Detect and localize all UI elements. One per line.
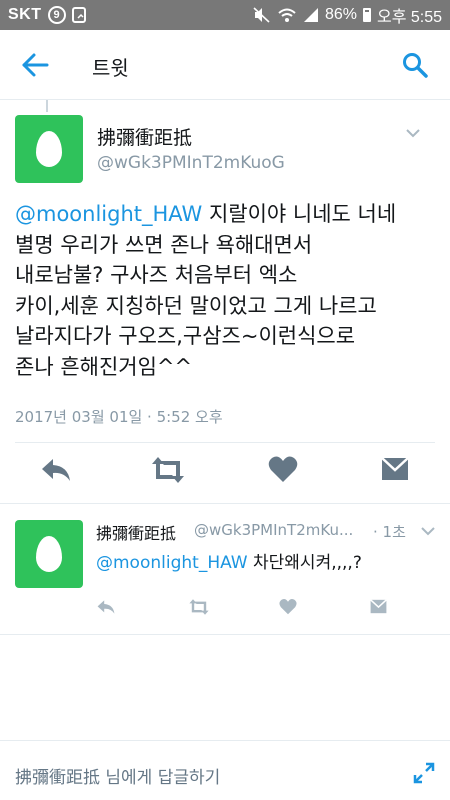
message-icon[interactable] <box>369 598 388 615</box>
carrier-label: SKT <box>8 6 42 23</box>
mute-icon <box>253 7 270 23</box>
reply-time: · 1초 <box>373 523 406 541</box>
reply-author-handle[interactable]: @wGk3PMInT2mKu... <box>194 521 353 539</box>
retweet-icon[interactable] <box>150 455 186 485</box>
reply-icon[interactable] <box>40 455 72 485</box>
reply-icon[interactable] <box>96 598 116 616</box>
search-icon[interactable] <box>402 52 428 78</box>
divider <box>15 442 435 443</box>
mention-link[interactable]: @moonlight_HAW <box>15 202 202 226</box>
expand-icon[interactable] <box>412 761 436 785</box>
reply-actions <box>0 598 450 624</box>
tweet-actions <box>0 455 450 495</box>
author-name[interactable]: 拂彌衝距抵 <box>97 123 192 150</box>
wifi-icon <box>278 8 296 22</box>
tweet-text-first-line: 지랄이야 니네도 너네 <box>202 202 397 226</box>
battery-icon <box>362 8 371 22</box>
tweet-text: @moonlight_HAW 지랄이야 니네도 너네 별명 우리가 쓰면 존나 … <box>15 199 440 382</box>
reply-text: @moonlight_HAW 차단왜시켜,,,,? <box>96 548 362 573</box>
mention-link[interactable]: @moonlight_HAW <box>96 553 248 573</box>
tweet-timestamp: 2017년 03월 01일 · 5:52 오후 <box>15 408 223 426</box>
thread-connector <box>46 100 48 112</box>
divider <box>0 634 450 635</box>
arrow-left-icon[interactable] <box>20 52 50 78</box>
tweet-text-body: 별명 우리가 쓰면 존나 욕해대면서 내로남불? 구사즈 처음부터 엑소 카이,… <box>15 232 377 379</box>
egg-icon <box>36 536 62 572</box>
message-icon[interactable] <box>380 455 410 483</box>
screenshot-icon <box>71 7 86 23</box>
avatar[interactable] <box>15 520 83 588</box>
avatar[interactable] <box>15 115 83 183</box>
page-title: 트윗 <box>92 56 129 80</box>
signal-icon <box>303 8 318 22</box>
battery-percent: 86% <box>324 6 357 23</box>
notification-badge: 9 <box>47 6 66 24</box>
status-bar: SKT 9 86% 오후 5:55 <box>0 0 450 30</box>
like-icon[interactable] <box>279 598 297 615</box>
clock: 오후 5:55 <box>376 9 442 26</box>
chevron-down-icon[interactable] <box>421 526 435 536</box>
author-handle[interactable]: @wGk3PMInT2mKuoG <box>97 153 285 173</box>
reply-input-placeholder[interactable]: 拂彌衝距抵 님에게 답글하기 <box>15 763 220 788</box>
reply-composer[interactable]: 拂彌衝距抵 님에게 답글하기 <box>0 740 450 800</box>
reply-author-name[interactable]: 拂彌衝距抵 <box>96 520 176 544</box>
egg-icon <box>36 131 62 167</box>
like-icon[interactable] <box>268 455 298 483</box>
divider <box>0 503 450 504</box>
chevron-down-icon[interactable] <box>406 128 420 138</box>
app-header: 트윗 <box>0 30 450 100</box>
retweet-icon[interactable] <box>188 598 210 616</box>
reply-text-body: 차단왜시켜,,,,? <box>247 553 362 573</box>
